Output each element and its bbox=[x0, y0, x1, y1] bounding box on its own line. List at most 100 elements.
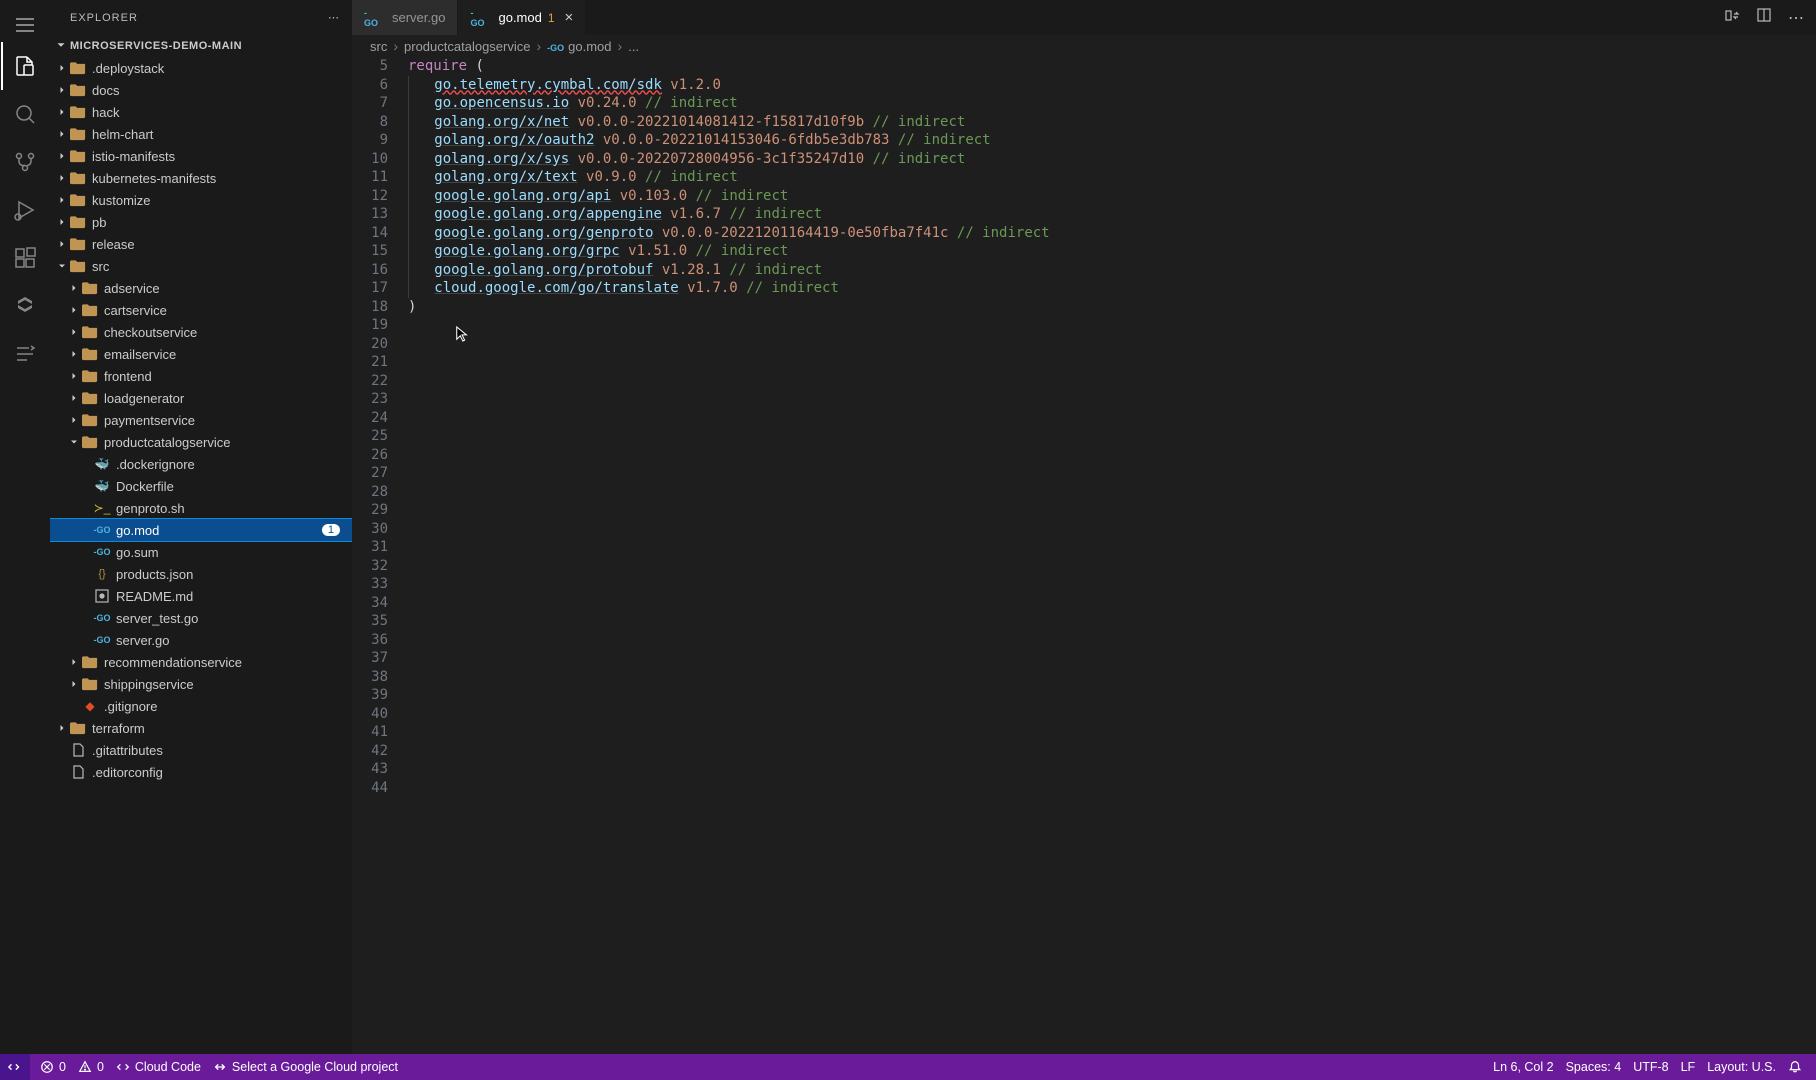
cursor-position[interactable]: Ln 6, Col 2 bbox=[1487, 1054, 1559, 1080]
tree-item-pb[interactable]: pb bbox=[50, 211, 352, 233]
code-line[interactable] bbox=[408, 686, 1816, 705]
tree-item-loadgenerator[interactable]: loadgenerator bbox=[50, 387, 352, 409]
tree-item-kustomize[interactable]: kustomize bbox=[50, 189, 352, 211]
tree-item-genproto-sh[interactable]: ≻_genproto.sh bbox=[50, 497, 352, 519]
code-line[interactable]: require ( bbox=[408, 57, 1816, 76]
breadcrumbs[interactable]: src›productcatalogservice›-GOgo.mod›... bbox=[352, 35, 1816, 57]
other-view[interactable] bbox=[1, 330, 49, 378]
run-debug-view[interactable] bbox=[1, 186, 49, 234]
tree-item-server-go[interactable]: -GOserver.go bbox=[50, 629, 352, 651]
tree-item-shippingservice[interactable]: shippingservice bbox=[50, 673, 352, 695]
code-line[interactable] bbox=[408, 372, 1816, 391]
keyboard-layout[interactable]: Layout: U.S. bbox=[1701, 1054, 1782, 1080]
notifications-icon[interactable] bbox=[1782, 1054, 1808, 1080]
more-actions-icon[interactable]: ⋯ bbox=[1788, 8, 1804, 28]
code-line[interactable]: golang.org/x/oauth2 v0.0.0-2022101415304… bbox=[408, 131, 1816, 150]
code-line[interactable]: google.golang.org/appengine v1.6.7 // in… bbox=[408, 205, 1816, 224]
tree-item--dockerignore[interactable]: 🐳.dockerignore bbox=[50, 453, 352, 475]
remote-button[interactable] bbox=[0, 1054, 30, 1080]
code-line[interactable]: google.golang.org/protobuf v1.28.1 // in… bbox=[408, 261, 1816, 280]
code-line[interactable] bbox=[408, 520, 1816, 539]
file-tree[interactable]: .deploystackdocshackhelm-chartistio-mani… bbox=[50, 57, 352, 1054]
encoding-status[interactable]: UTF-8 bbox=[1627, 1054, 1674, 1080]
search-view[interactable] bbox=[1, 90, 49, 138]
code-line[interactable] bbox=[408, 390, 1816, 409]
code-line[interactable] bbox=[408, 538, 1816, 557]
tree-item-frontend[interactable]: frontend bbox=[50, 365, 352, 387]
code-line[interactable] bbox=[408, 353, 1816, 372]
code-line[interactable] bbox=[408, 631, 1816, 650]
code-line[interactable] bbox=[408, 779, 1816, 798]
tree-item-products-json[interactable]: {}products.json bbox=[50, 563, 352, 585]
tree-item--gitattributes[interactable]: .gitattributes bbox=[50, 739, 352, 761]
code-line[interactable]: google.golang.org/genproto v0.0.0-202212… bbox=[408, 224, 1816, 243]
tree-item-cartservice[interactable]: cartservice bbox=[50, 299, 352, 321]
errors-status[interactable]: 0 bbox=[34, 1054, 72, 1080]
breadcrumb-segment[interactable]: productcatalogservice bbox=[404, 39, 530, 54]
tab-go-mod[interactable]: -GOgo.mod1× bbox=[458, 0, 586, 35]
code-line[interactable] bbox=[408, 483, 1816, 502]
tree-item-productcatalogservice[interactable]: productcatalogservice bbox=[50, 431, 352, 453]
extensions-view[interactable] bbox=[1, 234, 49, 282]
close-icon[interactable]: × bbox=[565, 9, 574, 26]
code-line[interactable] bbox=[408, 316, 1816, 335]
tree-item--gitignore[interactable]: ◆.gitignore bbox=[50, 695, 352, 717]
code-line[interactable] bbox=[408, 723, 1816, 742]
menu-button[interactable] bbox=[1, 8, 49, 42]
eol-status[interactable]: LF bbox=[1675, 1054, 1702, 1080]
code-line[interactable]: go.telemetry.cymbal.com/sdk v1.2.0 bbox=[408, 76, 1816, 95]
code-line[interactable]: google.golang.org/grpc v1.51.0 // indire… bbox=[408, 242, 1816, 261]
tree-item--editorconfig[interactable]: .editorconfig bbox=[50, 761, 352, 783]
code-line[interactable] bbox=[408, 575, 1816, 594]
code-line[interactable] bbox=[408, 649, 1816, 668]
code-line[interactable]: golang.org/x/text v0.9.0 // indirect bbox=[408, 168, 1816, 187]
breadcrumb-segment[interactable]: -GOgo.mod bbox=[547, 39, 611, 54]
code-editor[interactable]: 5678910111213141516171819202122232425262… bbox=[352, 57, 1816, 1054]
code-line[interactable] bbox=[408, 557, 1816, 576]
code-line[interactable] bbox=[408, 668, 1816, 687]
compare-icon[interactable] bbox=[1724, 7, 1740, 28]
tree-item-terraform[interactable]: terraform bbox=[50, 717, 352, 739]
code-line[interactable]: golang.org/x/sys v0.0.0-20220728004956-3… bbox=[408, 150, 1816, 169]
tree-item--deploystack[interactable]: .deploystack bbox=[50, 57, 352, 79]
warnings-status[interactable]: 0 bbox=[72, 1054, 110, 1080]
code-line[interactable]: cloud.google.com/go/translate v1.7.0 // … bbox=[408, 279, 1816, 298]
cloud-code-view[interactable] bbox=[1, 282, 49, 330]
tree-item-recommendationservice[interactable]: recommendationservice bbox=[50, 651, 352, 673]
tree-item-readme-md[interactable]: README.md bbox=[50, 585, 352, 607]
code-line[interactable] bbox=[408, 501, 1816, 520]
tree-item-go-mod[interactable]: -GOgo.mod1 bbox=[50, 519, 352, 541]
tree-item-emailservice[interactable]: emailservice bbox=[50, 343, 352, 365]
tree-item-src[interactable]: src bbox=[50, 255, 352, 277]
code-line[interactable] bbox=[408, 464, 1816, 483]
source-control-view[interactable] bbox=[1, 138, 49, 186]
indent-status[interactable]: Spaces: 4 bbox=[1560, 1054, 1628, 1080]
code-line[interactable] bbox=[408, 427, 1816, 446]
tree-item-helm-chart[interactable]: helm-chart bbox=[50, 123, 352, 145]
code-line[interactable] bbox=[408, 335, 1816, 354]
gcp-project-select[interactable]: Select a Google Cloud project bbox=[207, 1054, 404, 1080]
cloud-code-status[interactable]: Cloud Code bbox=[110, 1054, 207, 1080]
code-line[interactable] bbox=[408, 612, 1816, 631]
sidebar-actions[interactable]: ⋯ bbox=[328, 11, 340, 24]
code-line[interactable] bbox=[408, 594, 1816, 613]
code-line[interactable] bbox=[408, 446, 1816, 465]
code-line[interactable]: ) bbox=[408, 298, 1816, 317]
code-line[interactable]: go.opencensus.io v0.24.0 // indirect bbox=[408, 94, 1816, 113]
code-content[interactable]: require ( go.telemetry.cymbal.com/sdk v1… bbox=[408, 57, 1816, 1054]
project-header[interactable]: MICROSERVICES-DEMO-MAIN bbox=[50, 35, 352, 57]
code-line[interactable]: google.golang.org/api v0.103.0 // indire… bbox=[408, 187, 1816, 206]
tab-server-go[interactable]: -GOserver.go bbox=[352, 0, 458, 35]
code-line[interactable] bbox=[408, 409, 1816, 428]
code-line[interactable] bbox=[408, 742, 1816, 761]
tree-item-hack[interactable]: hack bbox=[50, 101, 352, 123]
tree-item-istio-manifests[interactable]: istio-manifests bbox=[50, 145, 352, 167]
breadcrumb-segment[interactable]: src bbox=[370, 39, 387, 54]
tree-item-docs[interactable]: docs bbox=[50, 79, 352, 101]
tree-item-go-sum[interactable]: -GOgo.sum bbox=[50, 541, 352, 563]
code-line[interactable] bbox=[408, 705, 1816, 724]
tree-item-dockerfile[interactable]: 🐳Dockerfile bbox=[50, 475, 352, 497]
code-line[interactable]: golang.org/x/net v0.0.0-20221014081412-f… bbox=[408, 113, 1816, 132]
explorer-view[interactable] bbox=[1, 42, 49, 90]
tree-item-server-test-go[interactable]: -GOserver_test.go bbox=[50, 607, 352, 629]
